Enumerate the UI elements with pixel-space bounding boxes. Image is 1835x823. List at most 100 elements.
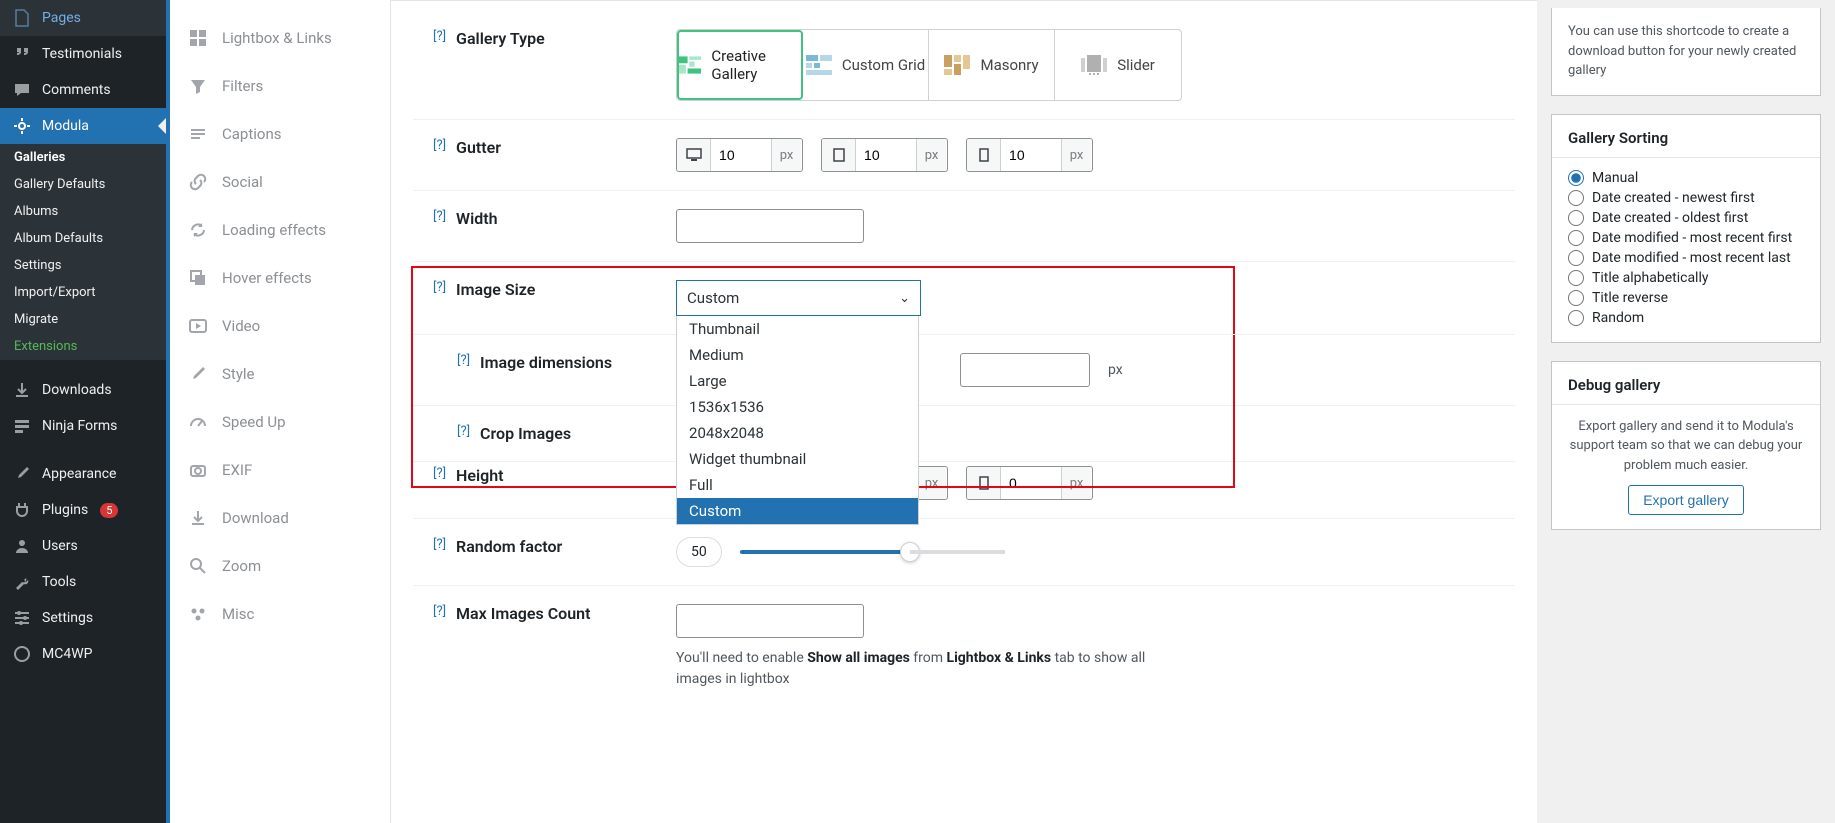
help-height[interactable]: [?] xyxy=(433,466,446,481)
sidebar-item-settings[interactable]: Settings xyxy=(0,600,166,636)
tab-exif[interactable]: EXIF xyxy=(170,446,390,494)
random-factor-slider[interactable] xyxy=(740,550,910,554)
sidebar-item-modula[interactable]: Modula xyxy=(0,108,166,144)
page-icon xyxy=(12,8,32,28)
help-width[interactable]: [?] xyxy=(433,209,446,224)
opt-full[interactable]: Full xyxy=(677,472,918,498)
tab-loading-effects[interactable]: Loading effects xyxy=(170,206,390,254)
gutter-desktop[interactable]: px xyxy=(676,138,803,172)
help-image-dimensions[interactable]: [?] xyxy=(457,353,470,368)
tab-captions[interactable]: Captions xyxy=(170,110,390,158)
help-crop-images[interactable]: [?] xyxy=(457,424,470,439)
hover-icon xyxy=(188,268,208,288)
custom-grid-icon xyxy=(806,55,832,75)
slider-icon xyxy=(1081,55,1107,75)
settings-content: [?] Gallery Type Creative Gallery Custom… xyxy=(391,0,1537,823)
label-height: Height xyxy=(456,466,676,485)
sort-title-reverse[interactable]: Title reverse xyxy=(1568,288,1804,308)
gallery-type-slider[interactable]: Slider xyxy=(1055,30,1181,100)
brush-icon xyxy=(12,464,32,484)
sort-created-oldest[interactable]: Date created - oldest first xyxy=(1568,208,1804,228)
tab-lightbox-links[interactable]: Lightbox & Links xyxy=(170,14,390,62)
opt-1536[interactable]: 1536x1536 xyxy=(677,394,918,420)
sidebar-sub-albums[interactable]: Albums xyxy=(0,198,166,225)
sidebar-sub-extensions[interactable]: Extensions xyxy=(0,333,166,360)
width-input[interactable] xyxy=(676,209,864,243)
tab-speed-up[interactable]: Speed Up xyxy=(170,398,390,446)
sidebar-item-downloads[interactable]: Downloads xyxy=(0,372,166,408)
sidebar-item-ninja-forms[interactable]: Ninja Forms xyxy=(0,408,166,444)
debug-note: Export gallery and send it to Modula's s… xyxy=(1568,417,1804,476)
gallery-type-creative[interactable]: Creative Gallery xyxy=(677,30,803,100)
sidebar-item-users[interactable]: Users xyxy=(0,528,166,564)
opt-widget-thumbnail[interactable]: Widget thumbnail xyxy=(677,446,918,472)
tab-download[interactable]: Download xyxy=(170,494,390,542)
sidebar-item-mc4wp[interactable]: MC4WP xyxy=(0,636,166,672)
sidebar-item-plugins[interactable]: Plugins5 xyxy=(0,492,166,528)
gutter-tablet[interactable]: px xyxy=(821,138,948,172)
tab-zoom[interactable]: Zoom xyxy=(170,542,390,590)
comment-icon xyxy=(12,80,32,100)
mailchimp-icon xyxy=(12,644,32,664)
tab-filters[interactable]: Filters xyxy=(170,62,390,110)
wrench-icon xyxy=(12,572,32,592)
gallery-type-masonry[interactable]: Masonry xyxy=(929,30,1055,100)
desktop-icon xyxy=(686,148,702,162)
sort-manual[interactable]: Manual xyxy=(1568,168,1804,188)
slider-thumb[interactable] xyxy=(900,542,920,562)
help-random-factor[interactable]: [?] xyxy=(433,537,446,552)
search-icon xyxy=(188,556,208,576)
settings-tabs: Lightbox & Links Filters Captions Social… xyxy=(166,0,391,823)
user-icon xyxy=(12,536,32,556)
tab-social[interactable]: Social xyxy=(170,158,390,206)
gallery-type-selector: Creative Gallery Custom Grid Masonry Sli… xyxy=(676,29,1182,101)
label-image-size: Image Size xyxy=(456,280,676,299)
mobile-icon xyxy=(979,148,989,162)
image-size-dropdown: Thumbnail Medium Large 1536x1536 2048x20… xyxy=(676,316,919,525)
unit-px: px xyxy=(1108,362,1123,378)
help-gallery-type[interactable]: [?] xyxy=(433,29,446,44)
sort-modified-recent-last[interactable]: Date modified - most recent last xyxy=(1568,248,1804,268)
opt-medium[interactable]: Medium xyxy=(677,342,918,368)
help-max-images[interactable]: [?] xyxy=(433,604,446,619)
misc-icon xyxy=(188,604,208,624)
sidebar-item-comments[interactable]: Comments xyxy=(0,72,166,108)
height-mobile[interactable]: px xyxy=(966,466,1093,500)
tab-misc[interactable]: Misc xyxy=(170,590,390,638)
opt-thumbnail[interactable]: Thumbnail xyxy=(677,316,918,342)
gallery-type-custom-grid[interactable]: Custom Grid xyxy=(803,30,929,100)
sidebar-sub-gallery-defaults[interactable]: Gallery Defaults xyxy=(0,171,166,198)
opt-custom[interactable]: Custom xyxy=(677,498,918,524)
max-images-input[interactable] xyxy=(676,604,864,638)
plugins-update-badge: 5 xyxy=(100,503,118,518)
label-gutter: Gutter xyxy=(456,138,676,157)
refresh-icon xyxy=(188,220,208,240)
sidebar-item-testimonials[interactable]: Testimonials xyxy=(0,36,166,72)
tab-video[interactable]: Video xyxy=(170,302,390,350)
gutter-mobile[interactable]: px xyxy=(966,138,1093,172)
help-gutter[interactable]: [?] xyxy=(433,138,446,153)
sidebar-item-appearance[interactable]: Appearance xyxy=(0,456,166,492)
sort-modified-recent-first[interactable]: Date modified - most recent first xyxy=(1568,228,1804,248)
tab-style[interactable]: Style xyxy=(170,350,390,398)
sidebar-sub-import-export[interactable]: Import/Export xyxy=(0,279,166,306)
sort-created-newest[interactable]: Date created - newest first xyxy=(1568,188,1804,208)
sort-title-alpha[interactable]: Title alphabetically xyxy=(1568,268,1804,288)
sidebar-sub-settings[interactable]: Settings xyxy=(0,252,166,279)
mobile-icon xyxy=(979,476,989,490)
help-image-size[interactable]: [?] xyxy=(433,280,446,295)
sidebar-item-tools[interactable]: Tools xyxy=(0,564,166,600)
sidebar-sub-galleries[interactable]: Galleries xyxy=(0,144,166,171)
sidebar-item-pages[interactable]: Pages xyxy=(0,0,166,36)
sort-random[interactable]: Random xyxy=(1568,308,1804,328)
opt-large[interactable]: Large xyxy=(677,368,918,394)
label-crop-images: Crop Images xyxy=(480,424,700,443)
sidebar-sub-album-defaults[interactable]: Album Defaults xyxy=(0,225,166,252)
tab-hover-effects[interactable]: Hover effects xyxy=(170,254,390,302)
opt-2048[interactable]: 2048x2048 xyxy=(677,420,918,446)
image-size-select[interactable]: Custom⌄ Thumbnail Medium Large 1536x1536… xyxy=(676,280,921,316)
image-dimensions-input[interactable] xyxy=(960,353,1090,387)
export-gallery-button[interactable]: Export gallery xyxy=(1628,485,1744,515)
sidebar-sub-migrate[interactable]: Migrate xyxy=(0,306,166,333)
grid-icon xyxy=(188,28,208,48)
